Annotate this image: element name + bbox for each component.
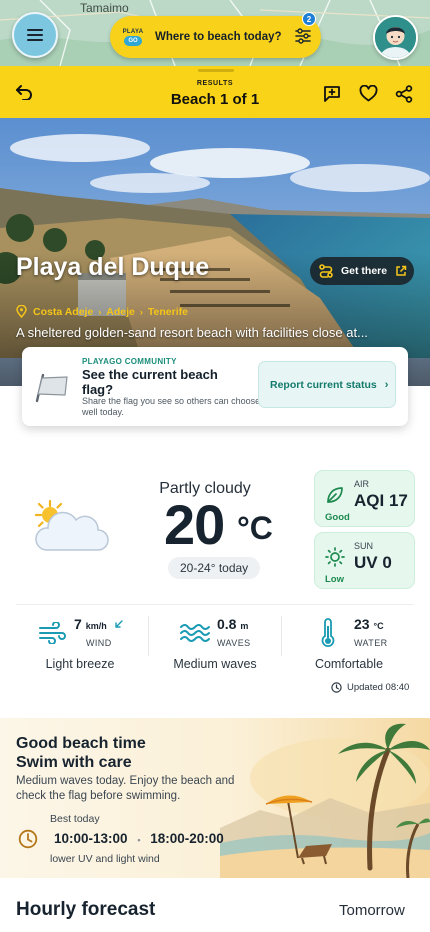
air-status: Good bbox=[325, 512, 350, 523]
community-subtext: Share the flag you see so others can cho… bbox=[82, 396, 261, 417]
wind-description: Light breeze bbox=[45, 657, 115, 671]
map-town-label: Tamaimo bbox=[80, 1, 129, 15]
beach-advice-banner[interactable]: Good beach time Swim with care Medium wa… bbox=[0, 718, 430, 878]
heart-icon[interactable] bbox=[359, 85, 378, 102]
tab-tomorrow[interactable]: Tomorrow bbox=[339, 902, 405, 919]
community-flag-card: PLAYAGO COMMUNITY See the current beach … bbox=[22, 347, 408, 426]
external-link-icon bbox=[396, 265, 407, 276]
hero-section: Playa del Duque Get there Costa Adeje › … bbox=[0, 118, 430, 386]
time-separator: • bbox=[137, 835, 141, 845]
banner-subtitle: Swim with care bbox=[16, 754, 132, 771]
best-time-reason: lower UV and light wind bbox=[50, 853, 160, 865]
banner-text: Medium waves today. Enjoy the beach and … bbox=[16, 775, 235, 802]
breadcrumb-separator-icon: › bbox=[98, 306, 102, 317]
water-temperature-stat[interactable]: 23 °C WATER Comfortable bbox=[283, 614, 415, 672]
wind-unit: km/h bbox=[85, 621, 107, 631]
beach-description[interactable]: A sheltered golden-sand resort beach wit… bbox=[16, 325, 368, 340]
flag-icon bbox=[35, 373, 68, 403]
air-quality-card[interactable]: AIR AQI 17 Good bbox=[314, 470, 415, 527]
beach-name: Playa del Duque bbox=[16, 253, 210, 281]
filter-icon[interactable] bbox=[295, 28, 311, 44]
search-placeholder: Where to beach today? bbox=[155, 31, 282, 43]
hamburger-icon bbox=[27, 29, 43, 41]
wind-icon bbox=[39, 622, 66, 644]
column-separator bbox=[281, 616, 282, 656]
thermometer-icon bbox=[321, 618, 335, 647]
waves-stat[interactable]: 0.8 m WAVES Medium waves bbox=[149, 614, 281, 672]
wind-label: WIND bbox=[86, 638, 112, 648]
share-icon[interactable] bbox=[395, 85, 413, 103]
avatar[interactable] bbox=[373, 15, 418, 60]
uv-card[interactable]: SUN UV 0 Low bbox=[314, 532, 415, 589]
results-header: RESULTS Beach 1 of 1 bbox=[0, 66, 430, 118]
best-time-label: Best today bbox=[50, 813, 100, 825]
breadcrumb-area[interactable]: Costa Adeje bbox=[33, 306, 93, 318]
waves-icon bbox=[180, 624, 210, 642]
filter-count-badge: 2 bbox=[302, 12, 316, 26]
waves-description: Medium waves bbox=[173, 657, 257, 671]
beach-photo bbox=[0, 118, 430, 386]
chevron-right-icon: › bbox=[384, 378, 389, 391]
uv-status: Low bbox=[325, 574, 344, 585]
report-status-button[interactable]: Report current status › bbox=[258, 361, 396, 408]
search-bar[interactable]: PLAYA GO Where to beach today? bbox=[110, 16, 321, 58]
temperature-range: 20-24° today bbox=[168, 557, 261, 579]
menu-button[interactable] bbox=[12, 12, 58, 58]
partly-cloudy-icon bbox=[34, 499, 109, 551]
hourly-forecast-heading: Hourly forecast bbox=[16, 899, 156, 920]
time-slot-morning: 10:00-13:00 bbox=[54, 831, 128, 846]
uv-value: UV 0 bbox=[354, 553, 392, 572]
leaf-icon bbox=[327, 487, 343, 503]
sun-label: SUN bbox=[354, 541, 374, 551]
waves-value: 0.8 bbox=[217, 616, 237, 632]
air-label: AIR bbox=[354, 479, 370, 489]
waves-label: WAVES bbox=[217, 638, 251, 648]
breadcrumb-municipality[interactable]: Adeje bbox=[106, 306, 135, 318]
playago-logo: PLAYA GO bbox=[122, 28, 144, 46]
time-slot-evening: 18:00-20:00 bbox=[150, 831, 224, 846]
wind-stat[interactable]: 7 km/h WIND Light breeze bbox=[14, 614, 146, 672]
temperature-unit: °C bbox=[237, 510, 273, 546]
banner-title: Good beach time bbox=[16, 735, 146, 752]
updated-time: Updated 08:40 bbox=[331, 682, 409, 693]
drag-handle[interactable] bbox=[198, 69, 234, 72]
location-pin-icon bbox=[16, 305, 27, 318]
water-label: WATER bbox=[354, 638, 388, 648]
community-question: See the current beach flag? bbox=[82, 367, 218, 397]
water-description: Comfortable bbox=[314, 657, 384, 671]
wind-direction-arrow-icon bbox=[114, 620, 123, 628]
air-value: AQI 17 bbox=[354, 491, 408, 510]
sun-icon bbox=[325, 547, 345, 567]
clock-icon bbox=[331, 682, 342, 693]
breadcrumb-island[interactable]: Tenerife bbox=[148, 306, 188, 318]
clock-icon bbox=[18, 829, 38, 849]
user-avatar-icon bbox=[375, 17, 416, 58]
breadcrumb: Costa Adeje › Adeje › Tenerife bbox=[16, 305, 188, 318]
community-tag: PLAYAGO COMMUNITY bbox=[82, 357, 177, 366]
route-icon bbox=[319, 264, 333, 278]
get-there-button[interactable]: Get there bbox=[310, 257, 414, 285]
water-value: 23 bbox=[354, 616, 370, 632]
divider bbox=[16, 604, 414, 605]
add-note-icon[interactable] bbox=[323, 85, 341, 103]
best-time-slots: 10:00-13:00 • 18:00-20:00 bbox=[54, 831, 224, 846]
wind-value: 7 bbox=[74, 616, 82, 632]
breadcrumb-separator-icon: › bbox=[139, 306, 143, 317]
waves-unit: m bbox=[240, 621, 249, 631]
temperature-value: 20 bbox=[164, 493, 225, 556]
water-unit: °C bbox=[373, 621, 384, 631]
